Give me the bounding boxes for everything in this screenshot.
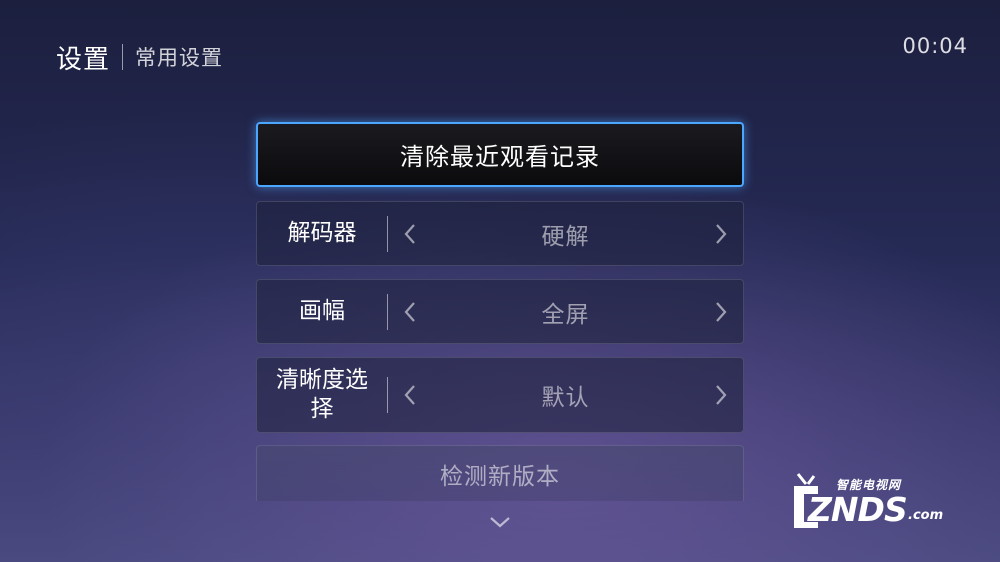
decoder-label: 解码器 [287,220,357,246]
header-divider [122,44,124,70]
chevron-down-icon[interactable] [489,514,511,530]
settings-menu: 清除最近观看记录 解码器 硬解 画幅 全屏 清晰度选择 默认 检测新版本 [256,122,744,501]
chevron-right-icon[interactable] [699,384,743,406]
page-title: 设置 [56,44,111,75]
chevron-right-icon[interactable] [699,223,743,245]
check-update-button[interactable]: 检测新版本 [256,445,744,501]
clock: 00:04 [902,34,968,58]
znds-watermark: 智能电视网 ZNDS .com [790,462,960,532]
breadcrumb: 常用设置 [135,46,224,70]
chevron-left-icon[interactable] [388,223,432,245]
decoder-value: 硬解 [541,223,590,250]
watermark-brand: ZNDS [808,490,908,529]
watermark-domain: .com [908,508,944,523]
aspect-value: 全屏 [541,301,590,328]
aspect-option[interactable]: 画幅 全屏 [256,279,744,344]
chevron-left-icon[interactable] [388,301,432,323]
resolution-option[interactable]: 清晰度选择 默认 [256,357,744,433]
page-header: 设置 常用设置 [56,40,224,75]
chevron-left-icon[interactable] [388,384,432,406]
decoder-option[interactable]: 解码器 硬解 [256,201,744,266]
resolution-value: 默认 [541,385,590,411]
aspect-label: 画幅 [299,298,345,324]
clear-history-button[interactable]: 清除最近观看记录 [256,122,744,187]
chevron-right-icon[interactable] [699,301,743,323]
resolution-label: 清晰度选择 [276,367,368,422]
